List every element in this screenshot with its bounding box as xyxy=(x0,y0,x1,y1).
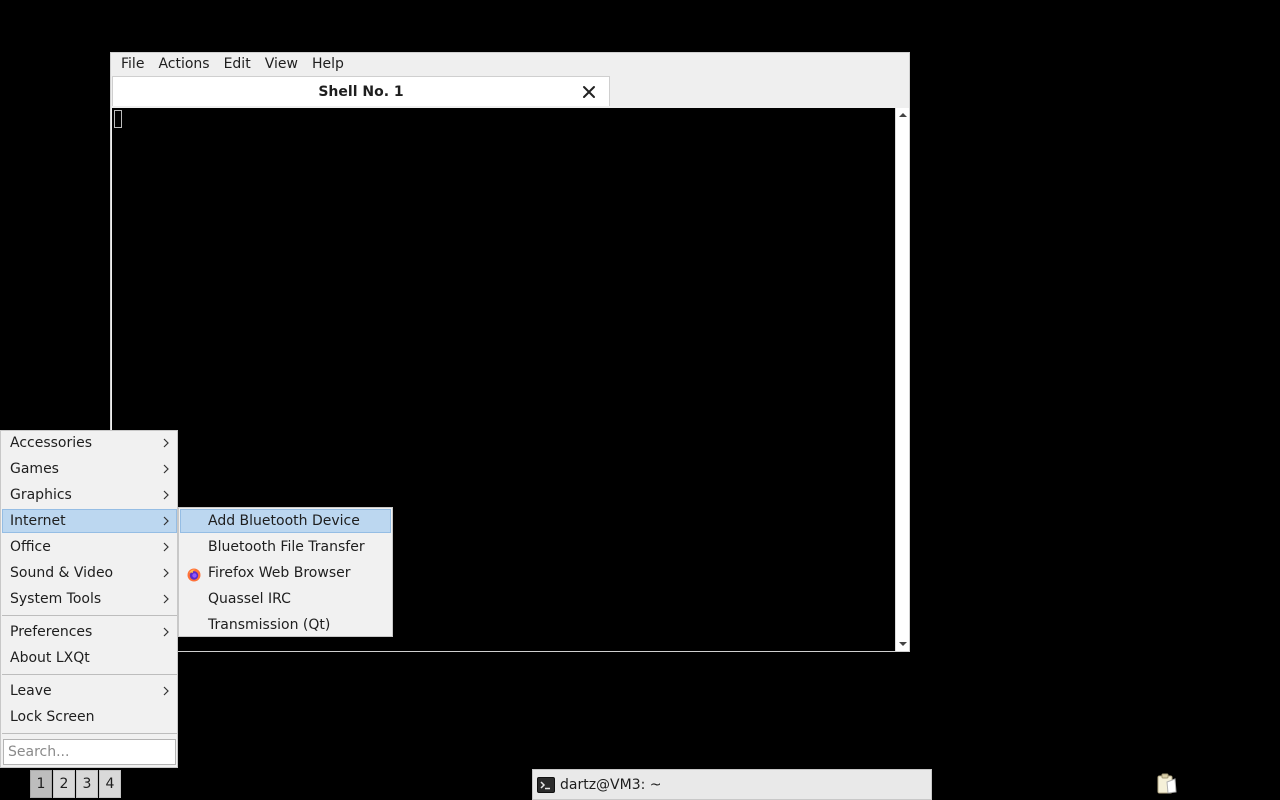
menu-item-leave[interactable]: Leave xyxy=(2,679,177,703)
menu-item-label: Internet xyxy=(10,513,66,529)
menu-item-label: Sound & Video xyxy=(10,565,114,581)
chevron-right-icon xyxy=(163,510,169,532)
menu-item-label: Accessories xyxy=(10,435,93,451)
terminal-icon xyxy=(537,776,555,794)
menu-separator xyxy=(2,674,177,675)
close-icon[interactable] xyxy=(581,84,597,100)
menu-item-accessories[interactable]: Accessories xyxy=(2,431,177,455)
submenu-item-bluetooth-file-transfer[interactable]: Bluetooth File Transfer xyxy=(180,535,391,559)
chevron-right-icon xyxy=(163,587,169,611)
tab-title: Shell No. 1 xyxy=(318,84,404,100)
taskbar-task-label: dartz@VM3: ~ xyxy=(560,777,662,793)
chevron-right-icon xyxy=(163,561,169,585)
menu-item-games[interactable]: Games xyxy=(2,457,177,481)
submenu-item-label: Transmission (Qt) xyxy=(208,617,331,633)
submenu-item-label: Quassel IRC xyxy=(208,591,291,607)
submenu-item-label: Bluetooth File Transfer xyxy=(208,539,365,555)
menu-separator xyxy=(2,733,177,734)
menu-item-graphics[interactable]: Graphics xyxy=(2,483,177,507)
chevron-right-icon xyxy=(163,431,169,455)
chevron-right-icon xyxy=(163,679,169,703)
submenu-item-label: Firefox Web Browser xyxy=(208,565,351,581)
taskbar: 1 2 3 4 dartz@VM3: ~ xyxy=(0,768,1280,800)
main-menu: Accessories Games Graphics Internet Offi… xyxy=(0,430,178,768)
scroll-up-arrow-icon[interactable] xyxy=(896,108,910,122)
chevron-right-icon xyxy=(163,483,169,507)
submenu-item-transmission[interactable]: Transmission (Qt) xyxy=(180,613,391,637)
terminal-cursor xyxy=(114,110,122,128)
menu-item-label: Preferences xyxy=(10,624,93,640)
menu-item-lock-screen[interactable]: Lock Screen xyxy=(2,705,177,729)
submenu-item-quassel-irc[interactable]: Quassel IRC xyxy=(180,587,391,611)
desktop-switch-2[interactable]: 2 xyxy=(53,770,75,798)
internet-submenu: Add Bluetooth Device Bluetooth File Tran… xyxy=(178,507,393,637)
desktop-switch-3[interactable]: 3 xyxy=(76,770,98,798)
menu-item-sound-video[interactable]: Sound & Video xyxy=(2,561,177,585)
menu-item-label: Games xyxy=(10,461,59,477)
menu-separator xyxy=(2,615,177,616)
tab-shell-1[interactable]: Shell No. 1 xyxy=(112,76,610,106)
menu-view[interactable]: View xyxy=(258,53,305,75)
submenu-item-firefox[interactable]: Firefox Web Browser xyxy=(180,561,391,585)
taskbar-terminal-button[interactable]: dartz@VM3: ~ xyxy=(532,769,932,800)
chevron-right-icon xyxy=(163,620,169,644)
terminal-tabbar: Shell No. 1 xyxy=(111,75,909,106)
terminal-menubar: File Actions Edit View Help xyxy=(111,53,909,75)
chevron-right-icon xyxy=(163,535,169,559)
menu-item-label: About LXQt xyxy=(10,650,90,666)
menu-item-preferences[interactable]: Preferences xyxy=(2,620,177,644)
menu-item-system-tools[interactable]: System Tools xyxy=(2,587,177,611)
submenu-item-add-bluetooth-device[interactable]: Add Bluetooth Device xyxy=(180,509,391,533)
terminal-scrollbar[interactable] xyxy=(895,108,909,651)
menu-item-label: Lock Screen xyxy=(10,709,95,725)
menu-item-label: System Tools xyxy=(10,591,102,607)
clipboard-icon[interactable] xyxy=(1155,773,1179,795)
menu-file[interactable]: File xyxy=(114,53,151,75)
desktop-switch-4[interactable]: 4 xyxy=(99,770,121,798)
menu-item-about-lxqt[interactable]: About LXQt xyxy=(2,646,177,670)
menu-item-label: Office xyxy=(10,539,51,555)
menu-item-office[interactable]: Office xyxy=(2,535,177,559)
menu-item-label: Leave xyxy=(10,683,52,699)
firefox-icon xyxy=(187,566,201,582)
desktop-switch-1[interactable]: 1 xyxy=(30,770,52,798)
menu-edit[interactable]: Edit xyxy=(217,53,258,75)
menu-help[interactable]: Help xyxy=(305,53,351,75)
submenu-item-label: Add Bluetooth Device xyxy=(208,513,360,529)
menu-item-internet[interactable]: Internet xyxy=(2,509,177,533)
scroll-down-arrow-icon[interactable] xyxy=(896,637,910,651)
chevron-right-icon xyxy=(163,457,169,481)
menu-item-label: Graphics xyxy=(10,487,72,503)
menu-actions[interactable]: Actions xyxy=(151,53,216,75)
search-input[interactable] xyxy=(3,739,176,765)
